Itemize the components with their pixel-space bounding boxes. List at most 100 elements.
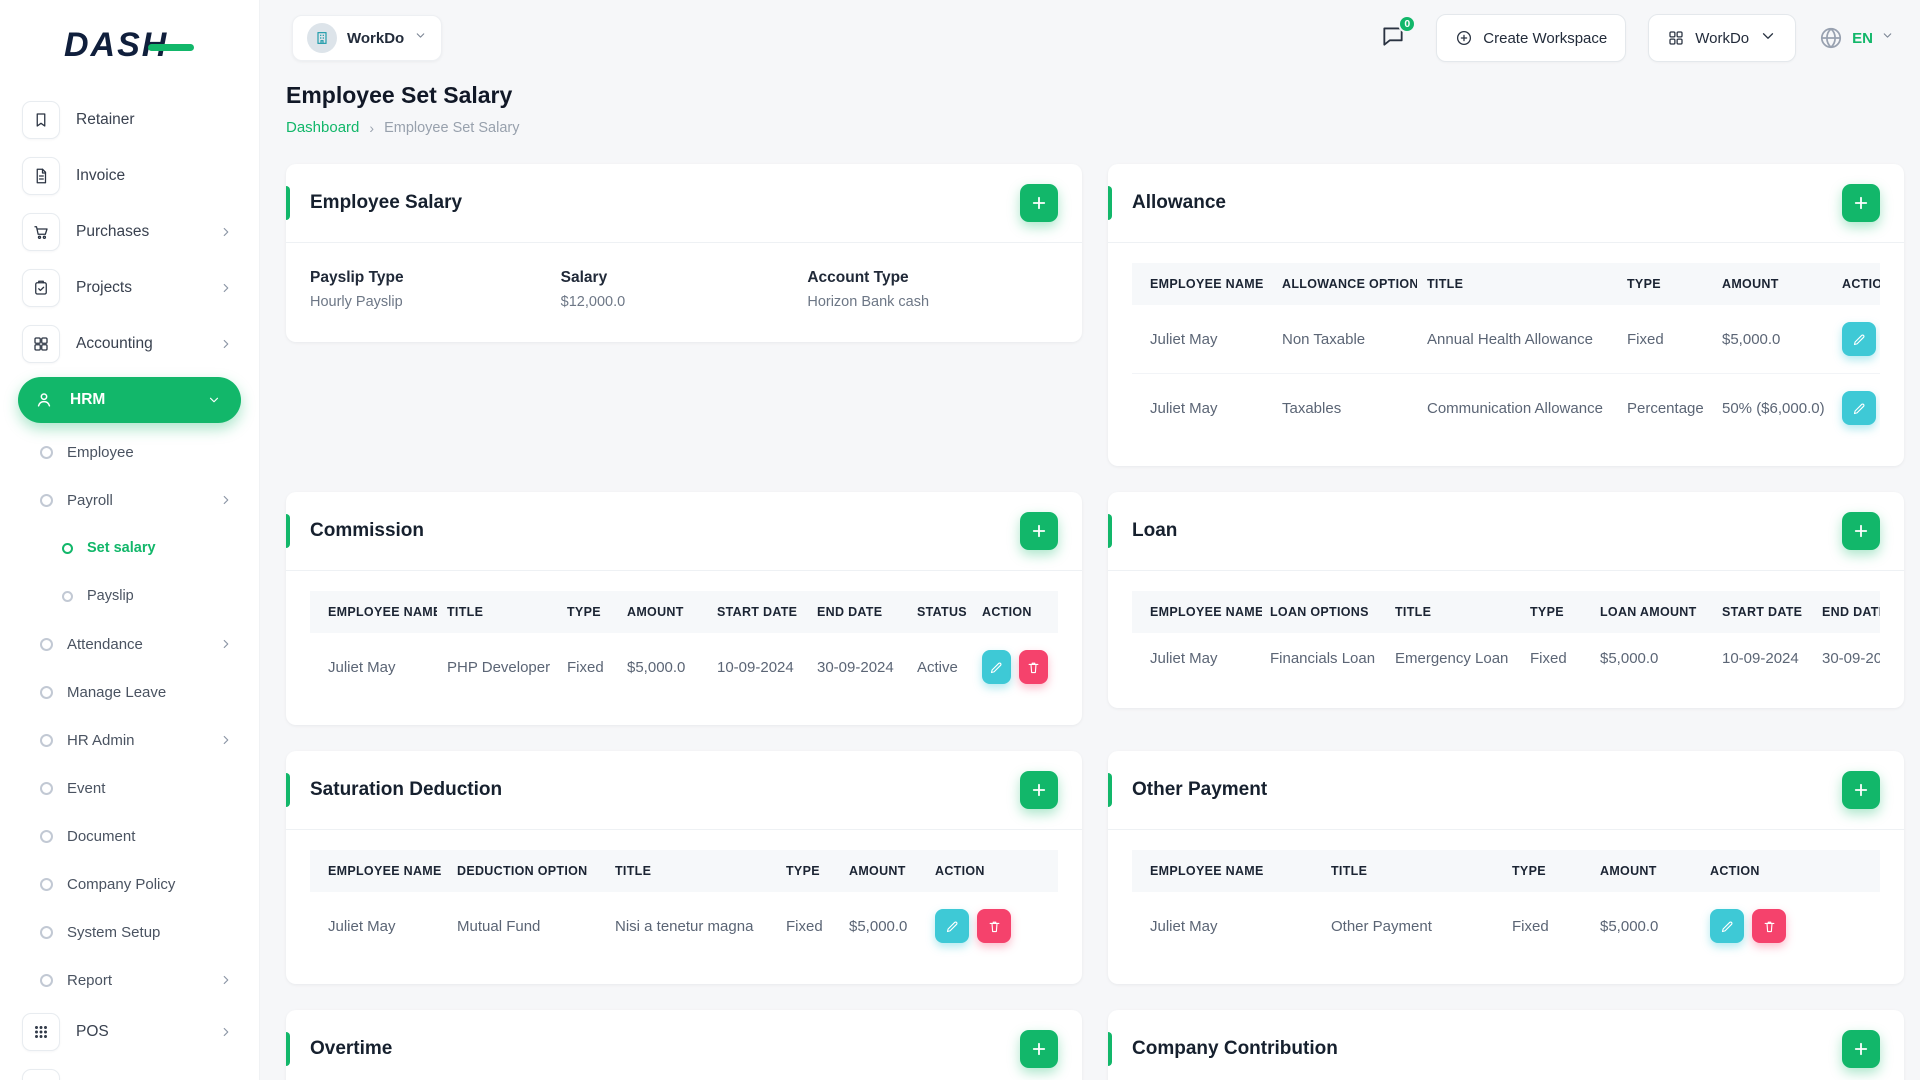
sidebar-item-label: Company Policy <box>67 875 176 893</box>
chevron-right-icon <box>219 1025 233 1039</box>
sidebar-item-retainer[interactable]: Retainer <box>0 92 259 148</box>
add-employee-salary-button[interactable] <box>1020 184 1058 222</box>
breadcrumb-dashboard-link[interactable]: Dashboard <box>286 119 359 136</box>
edit-button[interactable] <box>982 650 1011 684</box>
add-company-contribution-button[interactable] <box>1842 1030 1880 1068</box>
field-value: Hourly Payslip <box>310 294 403 310</box>
sidebar-item-crm[interactable]: CRM <box>0 1060 259 1080</box>
edit-button[interactable] <box>1710 909 1744 943</box>
sidebar-item-document[interactable]: Document <box>0 812 259 860</box>
table-cell: $5,000.0 <box>627 658 686 676</box>
sidebar-item-projects[interactable]: Projects <box>0 260 259 316</box>
sidebar-item-label: HR Admin <box>67 731 135 749</box>
sidebar-item-invoice[interactable]: Invoice <box>0 148 259 204</box>
plus-icon <box>1032 1042 1046 1056</box>
workdo-apps-menu-button[interactable]: WorkDo <box>1648 14 1797 62</box>
other-payment-table-wrap: Employee Name Title Type Amount Action J… <box>1132 850 1880 960</box>
sidebar-item-pos[interactable]: POS <box>0 1004 259 1060</box>
chevron-down-icon <box>414 29 427 47</box>
plus-icon <box>1854 196 1868 210</box>
commission-card: Commission Employee Name Title Type Amou… <box>286 492 1082 725</box>
workspace-switcher[interactable]: WorkDo <box>292 15 443 61</box>
add-overtime-button[interactable] <box>1020 1030 1058 1068</box>
edit-button[interactable] <box>1842 391 1876 425</box>
account-type-field: Account Type Horizon Bank cash <box>807 269 1058 310</box>
sidebar-item-payroll[interactable]: Payroll <box>0 476 259 524</box>
sidebar-item-hrm[interactable]: HRM <box>18 377 241 423</box>
field-label: Salary <box>560 269 608 286</box>
table-cell: Emergency Loan <box>1395 650 1509 667</box>
table-cell: 50% ($6,000.0) <box>1722 399 1825 417</box>
sidebar-item-event[interactable]: Event <box>0 764 259 812</box>
table-row: Juliet May Taxables Communication Allowa… <box>1132 374 1880 442</box>
column-header: Type <box>776 850 839 892</box>
trash-icon <box>1764 921 1774 932</box>
create-workspace-button[interactable]: Create Workspace <box>1436 14 1627 62</box>
table-cell: Fixed <box>567 658 604 676</box>
card-header: Allowance <box>1108 164 1904 243</box>
table-cell-status: Active <box>917 658 958 676</box>
sidebar-item-accounting[interactable]: Accounting <box>0 316 259 372</box>
sidebar-item-purchases[interactable]: Purchases <box>0 204 259 260</box>
trash-icon <box>989 921 999 932</box>
cards-grid: Employee Salary Payslip Type Hourly Pays… <box>286 164 1904 1080</box>
card-accent-bar <box>1108 1032 1112 1066</box>
loan-table-wrap: Employee Name Loan Options Title Type Lo… <box>1132 591 1880 684</box>
chevron-right-icon <box>219 733 233 747</box>
main-area: WorkDo 0 Create Workspace WorkDo EN Empl… <box>260 0 1920 1080</box>
sidebar-item-set-salary[interactable]: Set salary <box>0 524 259 572</box>
add-loan-button[interactable] <box>1842 512 1880 550</box>
chevron-right-icon <box>219 973 233 987</box>
table-cell: Juliet May <box>1150 917 1218 935</box>
table-header-row: Employee Name Loan Options Title Type Lo… <box>1132 591 1880 633</box>
language-code: EN <box>1852 29 1873 47</box>
messages-count-badge: 0 <box>1398 14 1417 33</box>
column-header: Title <box>605 850 776 892</box>
field-label: Payslip Type <box>310 269 404 286</box>
add-allowance-button[interactable] <box>1842 184 1880 222</box>
edit-button[interactable] <box>1842 322 1876 356</box>
salary-field: Salary $12,000.0 <box>561 269 808 310</box>
delete-button[interactable] <box>977 909 1011 943</box>
brand-logo[interactable]: DASH <box>64 26 204 68</box>
pencil-icon <box>1721 921 1732 932</box>
sidebar-item-label: Document <box>67 827 136 845</box>
plus-icon <box>1854 783 1868 797</box>
add-saturation-deduction-button[interactable] <box>1020 771 1058 809</box>
language-selector[interactable]: EN <box>1818 25 1894 51</box>
bullet-circle-icon <box>40 973 53 987</box>
company-contribution-card: Company Contribution <box>1108 1010 1904 1080</box>
sidebar-item-report[interactable]: Report <box>0 956 259 1004</box>
loan-card: Loan Employee Name Loan Options Title Ty… <box>1108 492 1904 708</box>
sidebar-item-manage-leave[interactable]: Manage Leave <box>0 668 259 716</box>
card-header: Commission <box>286 492 1082 571</box>
table-cell: Juliet May <box>1150 399 1218 417</box>
table-cell: Juliet May <box>1150 650 1218 667</box>
messages-button[interactable]: 0 <box>1380 14 1417 54</box>
delete-button[interactable] <box>1752 909 1786 943</box>
add-commission-button[interactable] <box>1020 512 1058 550</box>
column-header: Type <box>557 591 617 633</box>
table-cell: $5,000.0 <box>1600 650 1659 667</box>
table-cell: Fixed <box>1530 650 1567 667</box>
card-header: Employee Salary <box>286 164 1082 243</box>
sidebar-item-system-setup[interactable]: System Setup <box>0 908 259 956</box>
sidebar-item-payslip[interactable]: Payslip <box>0 572 259 620</box>
edit-button[interactable] <box>935 909 969 943</box>
sidebar-item-company-policy[interactable]: Company Policy <box>0 860 259 908</box>
column-header: Allowance Option <box>1272 263 1417 305</box>
table-cell: Mutual Fund <box>457 917 541 935</box>
sidebar-item-employee[interactable]: Employee <box>0 428 259 476</box>
sidebar-item-hr-admin[interactable]: HR Admin <box>0 716 259 764</box>
sidebar-item-attendance[interactable]: Attendance <box>0 620 259 668</box>
add-other-payment-button[interactable] <box>1842 771 1880 809</box>
table-cell-actions <box>972 633 1058 701</box>
other-payment-table: Employee Name Title Type Amount Action J… <box>1132 850 1880 960</box>
breadcrumb-separator-icon: › <box>369 119 375 136</box>
sidebar-item-label: Accounting <box>76 335 153 352</box>
delete-button[interactable] <box>1019 650 1048 684</box>
allowance-table-wrap: Employee Name Allowance Option Title Typ… <box>1132 263 1880 442</box>
bullet-circle-icon <box>40 829 53 843</box>
card-title: Employee Salary <box>310 192 463 213</box>
column-header: Start Date <box>707 591 807 633</box>
